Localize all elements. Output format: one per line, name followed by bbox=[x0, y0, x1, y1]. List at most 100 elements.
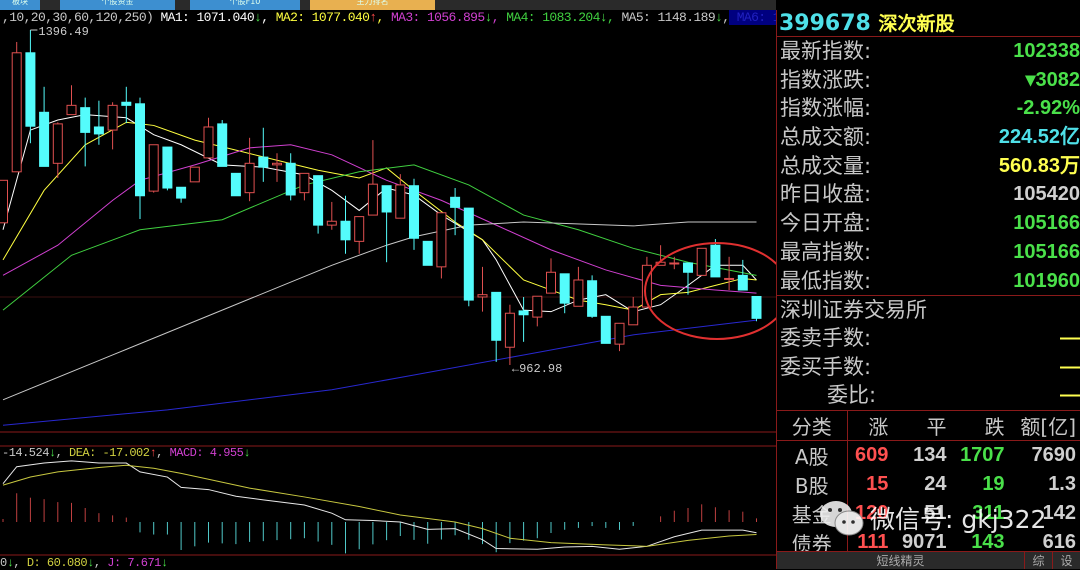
order-value: — bbox=[1060, 355, 1080, 378]
order-row: 委买手数: — bbox=[777, 353, 1080, 382]
candle bbox=[107, 102, 118, 150]
quote-row: 总成交额: 224.52亿 bbox=[777, 123, 1080, 152]
d-arrow: ↓ bbox=[87, 556, 94, 570]
quote-row: 最新指数: 102338 bbox=[777, 37, 1080, 66]
quote-label: 最低指数: bbox=[780, 268, 872, 293]
candle bbox=[532, 295, 543, 327]
composite-button[interactable]: 综 bbox=[1025, 552, 1053, 569]
candle bbox=[409, 178, 419, 250]
candle bbox=[573, 266, 584, 307]
ma-value: 1071.040 bbox=[196, 10, 255, 25]
ma-value: 1056.895 bbox=[426, 10, 485, 25]
candle bbox=[25, 30, 36, 144]
quote-row: 指数涨跌: ▾3082 bbox=[777, 66, 1080, 95]
kline-chart[interactable]: 1396.49 ←962.98 bbox=[0, 0, 776, 569]
table-cell: 609 bbox=[855, 443, 889, 466]
candle bbox=[669, 256, 680, 270]
candle bbox=[504, 304, 515, 366]
order-value: — bbox=[1060, 384, 1080, 407]
ma-legend-item: MA5: 1148.189↓, bbox=[621, 10, 730, 25]
quote-label: 最新指数: bbox=[780, 39, 872, 63]
quote-panel: 399678 深次新股 最新指数: 102338 指数涨跌: ▾3082 指数涨幅: -2… bbox=[776, 10, 1080, 569]
macd-arrow: ↓ bbox=[243, 446, 251, 460]
macd-label: MACD: bbox=[169, 446, 204, 460]
order-label: 委卖手数: bbox=[780, 325, 872, 350]
table-cell: A股 bbox=[777, 440, 848, 470]
table-cell: 15 bbox=[866, 472, 889, 495]
table-cell: 7690 bbox=[1031, 443, 1077, 466]
quote-label: 昨日收盘: bbox=[780, 182, 872, 207]
candle bbox=[272, 153, 282, 182]
candle bbox=[189, 166, 200, 183]
quote-row: 最低指数: 101960 bbox=[777, 267, 1080, 296]
ma-legend: ,10,20,30,60,120,250) MA1: 1071.040↓, MA… bbox=[2, 10, 776, 26]
j-label: J: bbox=[107, 556, 121, 570]
j-arrow: ↓ bbox=[160, 556, 168, 570]
dif-line bbox=[2, 460, 757, 550]
ma-legend-item: MA2: 1077.040↑, bbox=[275, 10, 385, 25]
ma-value: 1077.040 bbox=[311, 10, 370, 25]
quote-label: 今日开盘: bbox=[780, 211, 872, 236]
quote-value: 560.83万 bbox=[998, 154, 1080, 177]
candle bbox=[176, 186, 187, 203]
candle bbox=[436, 212, 447, 279]
candle bbox=[285, 153, 296, 201]
table-cell: B股 bbox=[777, 469, 848, 499]
k-value: 0 bbox=[0, 556, 7, 570]
column-header: 跌 bbox=[950, 410, 1009, 441]
quote-label: 指数涨幅: bbox=[780, 96, 872, 121]
order-label: 委比: bbox=[827, 383, 877, 408]
candle bbox=[546, 258, 556, 294]
candle bbox=[80, 97, 91, 167]
candle bbox=[230, 172, 241, 197]
column-header: 额[亿] bbox=[1008, 410, 1080, 441]
ma-arrow: ↑ bbox=[369, 10, 377, 25]
bottom-buttons: 短线精灵 综 设 bbox=[777, 551, 1080, 569]
candle bbox=[39, 86, 50, 167]
dif-value: -14.524 bbox=[2, 446, 49, 460]
quote-row: 总成交量: 560.83万 bbox=[777, 152, 1080, 181]
index-title: 399678 深次新股 bbox=[777, 10, 1080, 37]
k-arrow: ↓ bbox=[6, 556, 14, 570]
quote-row: 今日开盘: 105166 bbox=[777, 209, 1080, 238]
column-header: 平 bbox=[892, 410, 951, 441]
dif-arrow: ↓ bbox=[48, 446, 56, 460]
candle bbox=[450, 188, 461, 236]
ma-arrow: ↓ bbox=[484, 10, 493, 25]
table-cell: 1707 bbox=[960, 443, 1005, 466]
candle bbox=[258, 127, 269, 182]
candle bbox=[710, 239, 721, 278]
ma-arrow: ↓ bbox=[254, 10, 262, 25]
candle bbox=[696, 247, 707, 276]
candle bbox=[203, 117, 214, 159]
quote-value: -2.92% bbox=[1016, 97, 1080, 120]
ma-label: MA3: bbox=[390, 10, 420, 25]
table-cell: 24 bbox=[924, 472, 947, 495]
table-cell: 134 bbox=[913, 443, 947, 466]
index-code: 399678 bbox=[779, 11, 871, 36]
quote-label: 总成交量: bbox=[780, 153, 872, 178]
candle bbox=[422, 240, 433, 266]
ma-params: ,10,20,30,60,120,250) bbox=[2, 10, 154, 25]
quote-value: 101960 bbox=[1013, 269, 1080, 292]
candle bbox=[340, 195, 351, 254]
settings-button[interactable]: 设 bbox=[1053, 552, 1080, 569]
watermark-text: 微信号: gkj322 bbox=[870, 505, 1047, 534]
candle bbox=[683, 262, 693, 295]
quote-row: 最高指数: 105166 bbox=[777, 238, 1080, 267]
order-row: 委卖手数: — bbox=[777, 324, 1080, 353]
table-cell: 19 bbox=[982, 472, 1005, 495]
ma-value: 1148.189 bbox=[657, 10, 716, 25]
ma-arrow: ↓ bbox=[715, 10, 723, 25]
column-header: 分类 bbox=[777, 410, 848, 441]
candle bbox=[587, 275, 598, 318]
ma-label: MA2: bbox=[275, 10, 305, 25]
candle bbox=[148, 144, 159, 193]
candle bbox=[313, 175, 324, 234]
quote-value: 105166 bbox=[1013, 212, 1080, 235]
candle bbox=[299, 172, 310, 201]
high-label: 1396.49 bbox=[38, 25, 88, 39]
short-term-sprite-button[interactable]: 短线精灵 bbox=[777, 552, 1025, 569]
ma-arrow: ↓ bbox=[599, 10, 608, 25]
quote-value: 102338 bbox=[1013, 40, 1080, 62]
